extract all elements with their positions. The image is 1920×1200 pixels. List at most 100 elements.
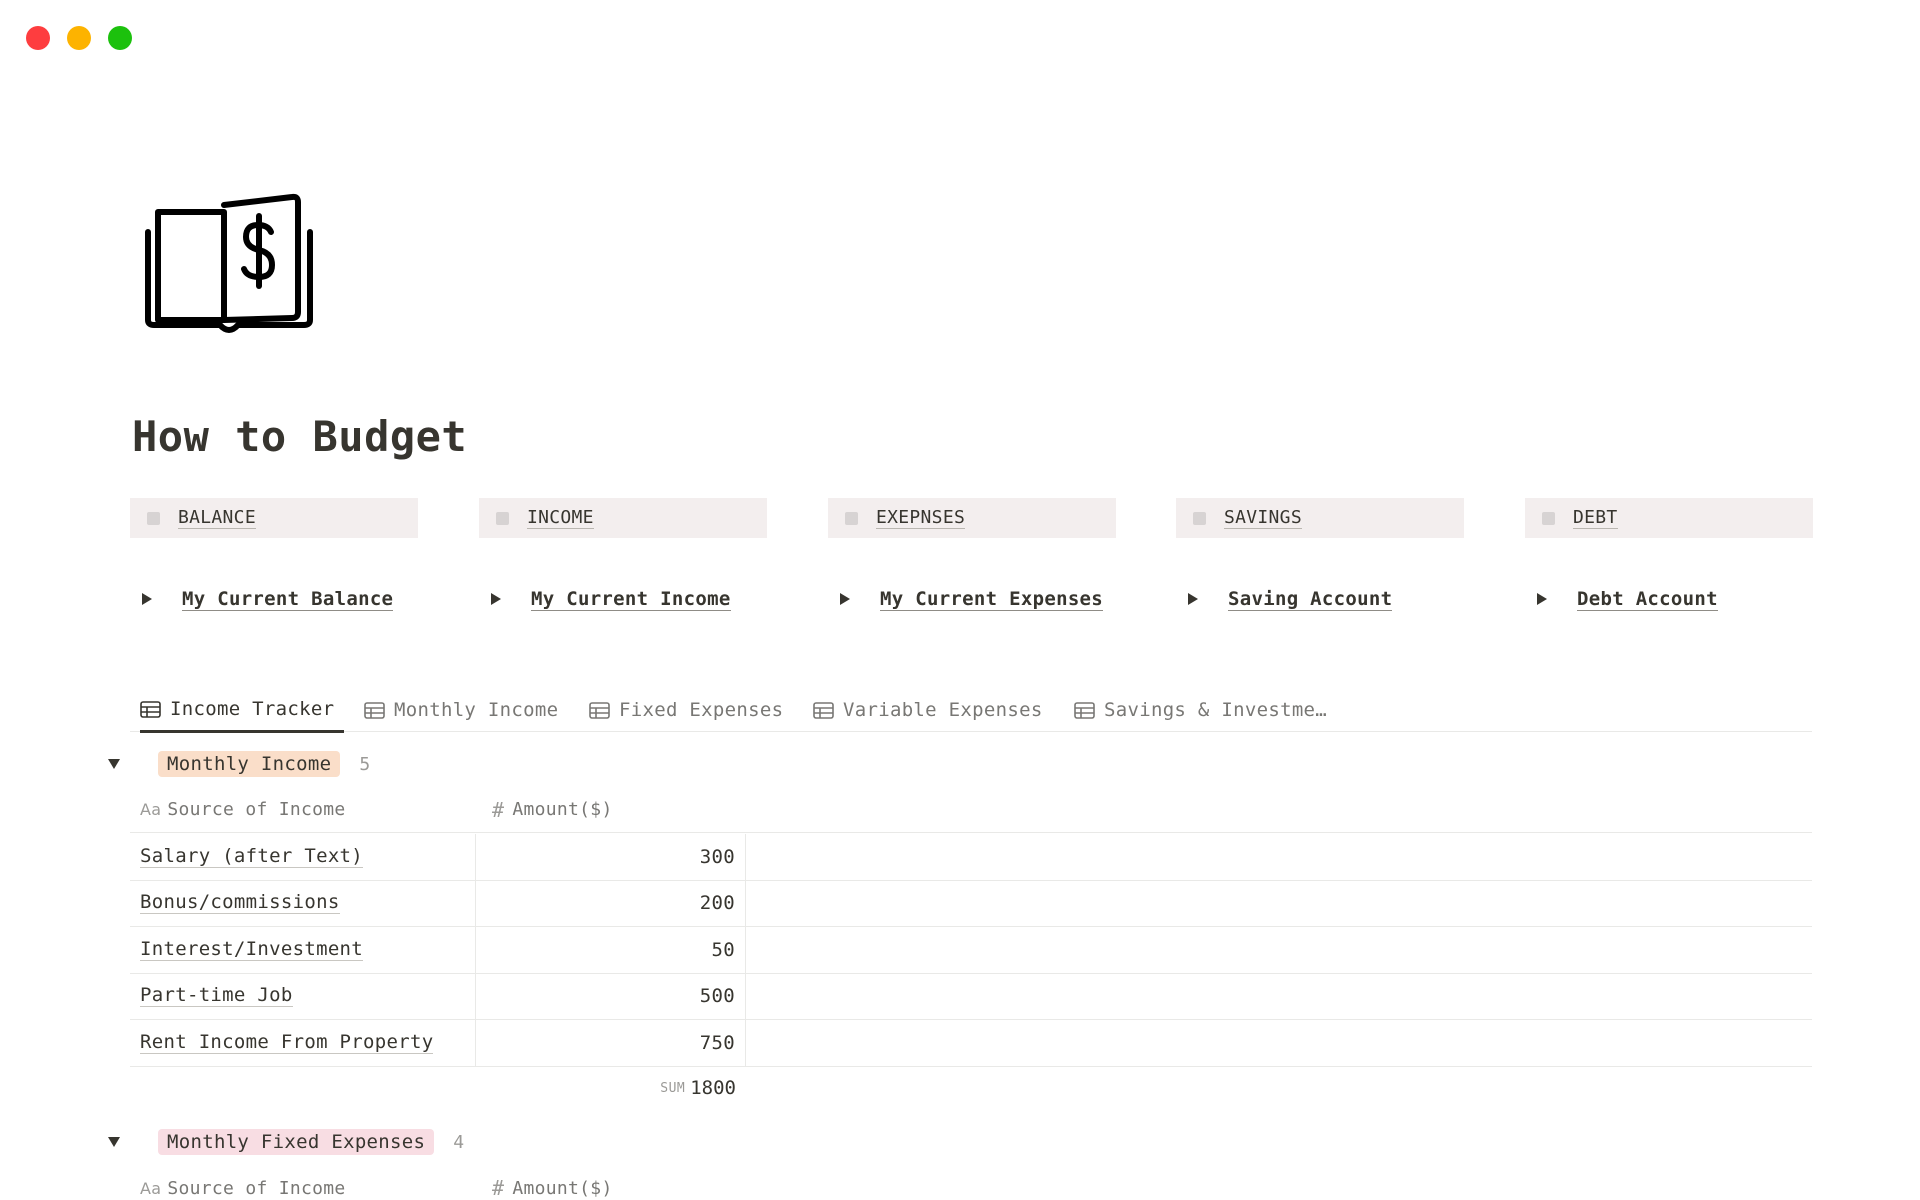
column-header-label: Source of Income: [167, 1177, 346, 1199]
toggle-link[interactable]: My Current Balance: [182, 588, 394, 611]
toggle-triangle-icon[interactable]: [840, 593, 850, 605]
cell-source[interactable]: Interest/Investment: [130, 927, 476, 973]
toggle-row: My Current Balance My Current Income My …: [130, 584, 1812, 614]
table-row[interactable]: Salary (after Text) 300: [130, 834, 1812, 881]
callout-label[interactable]: DEBT: [1573, 507, 1618, 529]
toggle-my-current-income[interactable]: My Current Income: [479, 584, 731, 614]
callout-label[interactable]: INCOME: [527, 507, 594, 529]
toggle-saving-account[interactable]: Saving Account: [1176, 584, 1393, 614]
cell-source[interactable]: Rent Income From Property: [130, 1020, 476, 1066]
table-row[interactable]: Part-time Job 500: [130, 973, 1812, 1020]
callout-row: BALANCE INCOME EXEPNSES SAVINGS DEBT: [130, 498, 1813, 538]
cell-amount[interactable]: 200: [476, 880, 746, 926]
tab-label: Monthly Income: [394, 699, 559, 721]
text-property-icon: Aa: [140, 800, 162, 819]
toggle-link[interactable]: Debt Account: [1577, 588, 1718, 611]
group-tag[interactable]: Monthly Income: [158, 751, 341, 777]
callout-debt[interactable]: DEBT: [1525, 498, 1813, 538]
tab-income-tracker[interactable]: Income Tracker: [140, 688, 345, 733]
collapse-triangle-icon[interactable]: [108, 1137, 120, 1147]
callout-label[interactable]: BALANCE: [178, 507, 256, 529]
table-icon: [140, 700, 161, 718]
table-column-headers: Aa Source of Income # Amount($): [130, 787, 1812, 833]
row-title[interactable]: Part-time Job: [140, 985, 293, 1008]
page-title[interactable]: How to Budget: [132, 412, 467, 461]
callout-square-icon: [147, 511, 160, 525]
callout-square-icon: [1193, 511, 1206, 525]
number-property-icon: #: [492, 797, 505, 822]
toggle-my-current-expenses[interactable]: My Current Expenses: [828, 584, 1104, 614]
tab-label: Fixed Expenses: [619, 699, 784, 721]
row-title[interactable]: Rent Income From Property: [140, 1031, 434, 1054]
toggle-triangle-icon[interactable]: [142, 593, 152, 605]
database-view-tabs: Income Tracker Monthly Income Fixed Expe…: [130, 688, 1812, 733]
tab-label: Income Tracker: [170, 698, 335, 720]
group-count: 5: [359, 753, 371, 775]
row-title[interactable]: Interest/Investment: [140, 938, 364, 961]
column-header-label: Amount($): [512, 1177, 613, 1199]
toggle-link[interactable]: Saving Account: [1228, 588, 1393, 611]
table-icon: [589, 701, 610, 719]
toggle-triangle-icon[interactable]: [1188, 593, 1198, 605]
column-header-amount[interactable]: # Amount($): [476, 798, 746, 822]
table-row[interactable]: Interest/Investment 50: [130, 927, 1812, 974]
group-header-monthly-income: Monthly Income 5: [106, 748, 370, 780]
column-header-label: Source of Income: [167, 799, 346, 820]
number-property-icon: #: [492, 1176, 505, 1200]
cell-amount[interactable]: 50: [476, 927, 746, 973]
table-icon: [813, 701, 834, 719]
cell-amount[interactable]: 500: [476, 973, 746, 1019]
callout-square-icon: [1542, 511, 1555, 525]
maximize-window-button[interactable]: [108, 26, 132, 50]
toggle-link[interactable]: My Current Expenses: [880, 588, 1104, 611]
cell-source[interactable]: Bonus/commissions: [130, 880, 476, 926]
group-count: 4: [453, 1131, 465, 1153]
notion-page: How to Budget BALANCE INCOME EXEPNSES SA…: [0, 0, 1920, 1200]
column-header-source[interactable]: Aa Source of Income: [130, 1178, 476, 1199]
table-row[interactable]: Bonus/commissions 200: [130, 880, 1812, 927]
callout-square-icon: [496, 511, 509, 525]
row-title[interactable]: Bonus/commissions: [140, 892, 340, 915]
minimize-window-button[interactable]: [67, 26, 91, 50]
table-row[interactable]: Rent Income From Property 750: [130, 1020, 1812, 1067]
callout-balance[interactable]: BALANCE: [130, 498, 418, 538]
toggle-debt-account[interactable]: Debt Account: [1525, 584, 1718, 614]
callout-square-icon: [845, 511, 858, 525]
cell-source[interactable]: Part-time Job: [130, 973, 476, 1019]
cell-source[interactable]: Salary (after Text): [130, 834, 476, 880]
money-book-icon[interactable]: [140, 192, 318, 342]
column-header-amount[interactable]: # Amount($): [476, 1176, 746, 1200]
tab-monthly-income[interactable]: Monthly Income: [364, 688, 558, 732]
toggle-triangle-icon[interactable]: [1537, 593, 1547, 605]
tab-savings-investments[interactable]: Savings & Investme…: [1074, 688, 1327, 732]
collapse-triangle-icon[interactable]: [108, 759, 120, 769]
column-sum[interactable]: SUM 1800: [476, 1068, 746, 1108]
table-icon: [364, 701, 385, 719]
table-icon: [1074, 701, 1095, 719]
cell-amount[interactable]: 300: [476, 834, 746, 880]
tab-fixed-expenses[interactable]: Fixed Expenses: [589, 688, 783, 732]
cell-amount[interactable]: 750: [476, 1020, 746, 1066]
sum-label: SUM: [660, 1080, 686, 1096]
callout-label[interactable]: SAVINGS: [1224, 507, 1302, 529]
window-controls: [26, 26, 132, 50]
callout-income[interactable]: INCOME: [479, 498, 767, 538]
tab-label: Variable Expenses: [843, 699, 1043, 721]
callout-label[interactable]: EXEPNSES: [876, 507, 966, 529]
column-header-source[interactable]: Aa Source of Income: [130, 799, 476, 820]
column-header-label: Amount($): [512, 799, 613, 820]
toggle-link[interactable]: My Current Income: [531, 588, 731, 611]
toggle-my-current-balance[interactable]: My Current Balance: [130, 584, 394, 614]
table-column-headers: Aa Source of Income # Amount($): [130, 1165, 1812, 1200]
sum-value: 1800: [690, 1077, 736, 1099]
close-window-button[interactable]: [26, 26, 50, 50]
group-tag[interactable]: Monthly Fixed Expenses: [158, 1129, 435, 1155]
callout-savings[interactable]: SAVINGS: [1176, 498, 1464, 538]
tab-variable-expenses[interactable]: Variable Expenses: [813, 688, 1043, 732]
tab-label: Savings & Investme…: [1104, 699, 1328, 721]
callout-expenses[interactable]: EXEPNSES: [828, 498, 1116, 538]
row-title[interactable]: Salary (after Text): [140, 845, 364, 868]
group-header-monthly-fixed-expenses: Monthly Fixed Expenses 4: [106, 1126, 464, 1158]
toggle-triangle-icon[interactable]: [491, 593, 501, 605]
text-property-icon: Aa: [140, 1178, 162, 1198]
